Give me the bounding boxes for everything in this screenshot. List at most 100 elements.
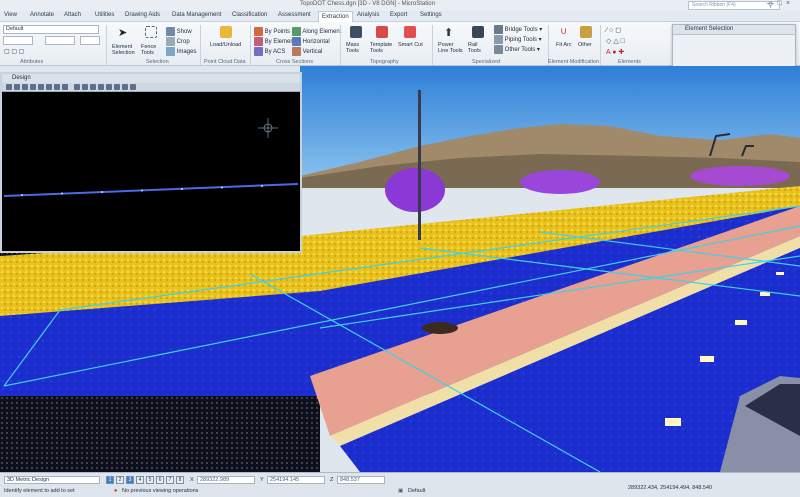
by-points-label: By Points <box>264 29 291 36</box>
crop-button[interactable]: Crop <box>166 37 190 46</box>
tab-classification[interactable]: Classification <box>232 12 267 18</box>
divider <box>432 25 433 65</box>
other-modification-button[interactable]: Other <box>578 42 592 48</box>
bridge-tools-button[interactable]: Bridge Tools ▾ <box>494 25 542 34</box>
style-combo[interactable] <box>80 36 100 45</box>
camera-icon[interactable] <box>106 84 112 90</box>
level-combo[interactable]: Default <box>3 25 99 34</box>
fit-arc-icon[interactable]: ∪ <box>560 26 572 38</box>
fit-arc-button[interactable]: Fit Arc <box>556 42 572 48</box>
view-button-1[interactable]: 1 <box>106 476 114 484</box>
view-settings-icon[interactable] <box>130 84 136 90</box>
view-button-4[interactable]: 4 <box>136 476 144 484</box>
y-coordinate-field[interactable]: 254194.145 <box>267 476 325 484</box>
levels-icon[interactable] <box>114 84 120 90</box>
group-point-cloud-data: Point Cloud Data <box>204 59 246 65</box>
smart-cut-button[interactable]: Smart Cut <box>398 42 423 48</box>
zoom-out-icon[interactable] <box>14 84 20 90</box>
clip-mask-icon[interactable] <box>98 84 104 90</box>
view-button-6[interactable]: 6 <box>156 476 164 484</box>
tab-annotate[interactable]: Annotate <box>30 12 54 18</box>
profile-line[interactable] <box>3 183 299 197</box>
view-button-7[interactable]: 7 <box>166 476 174 484</box>
other-tools-button[interactable]: Other Tools ▾ <box>494 45 540 54</box>
fence-icon[interactable] <box>145 26 157 38</box>
x-label: X <box>190 477 194 483</box>
piping-tools-label: Piping Tools <box>504 37 537 44</box>
load-unload-button[interactable]: Load/Unload <box>210 42 241 48</box>
images-button[interactable]: Images <box>166 47 196 56</box>
by-acs-button[interactable]: By ACS <box>254 47 285 56</box>
show-button[interactable]: Show <box>166 27 192 36</box>
template-tools-button[interactable]: Template Tools <box>370 42 396 54</box>
load-point-cloud-icon[interactable] <box>220 26 232 38</box>
smart-cut-icon[interactable] <box>404 26 416 38</box>
design-view-window[interactable]: Design <box>0 72 302 253</box>
view-button-8[interactable]: 8 <box>176 476 184 484</box>
design-view-canvas[interactable] <box>2 92 300 252</box>
tab-attach[interactable]: Attach <box>64 12 81 18</box>
horizontal-button[interactable]: Horizontal <box>292 37 330 46</box>
lock-icon[interactable]: ▣ <box>398 488 403 494</box>
mass-tools-icon[interactable] <box>350 26 362 38</box>
view-button-2[interactable]: 2 <box>116 476 124 484</box>
fence-tools-button[interactable]: Fence Tools <box>141 44 161 56</box>
by-acs-label: By ACS <box>264 49 286 56</box>
by-acs-icon <box>254 47 263 56</box>
vertical-button[interactable]: Vertical <box>292 47 322 56</box>
along-element-button[interactable]: Along Element <box>292 27 341 36</box>
other-modification-icon[interactable] <box>580 26 592 38</box>
view-button-5[interactable]: 5 <box>146 476 154 484</box>
tab-settings[interactable]: Settings <box>420 12 442 18</box>
fit-view-icon[interactable] <box>30 84 36 90</box>
rail-tools-button[interactable]: Rail Tools <box>468 42 488 54</box>
color-combo[interactable] <box>3 36 33 45</box>
display-style-icon[interactable] <box>82 84 88 90</box>
power-line-icon[interactable]: ⬆ <box>444 26 456 39</box>
images-label: Images <box>176 49 197 56</box>
by-points-button[interactable]: By Points <box>254 27 290 36</box>
divider <box>250 25 251 65</box>
place-text-icon[interactable]: A ● ✚ <box>606 48 624 56</box>
mass-tools-button[interactable]: Mass Tools <box>346 42 366 54</box>
tab-extraction[interactable]: Extraction <box>318 11 353 22</box>
group-element-modification: Element Modification <box>548 59 600 65</box>
clip-volume-icon[interactable] <box>90 84 96 90</box>
cursor-arrow-icon[interactable]: ➤ <box>118 26 130 39</box>
rotate-view-icon[interactable] <box>38 84 44 90</box>
tab-drawing-aids[interactable]: Drawing Aids <box>125 12 160 18</box>
view-button-3[interactable]: 3 <box>126 476 134 484</box>
piping-tools-button[interactable]: Piping Tools ▾ <box>494 35 542 44</box>
attributes-tool-icons[interactable]: ▢ ▢ ▢ <box>4 48 24 55</box>
place-line-icon[interactable]: ∕ ○ ◻ <box>606 26 621 34</box>
tab-analysis[interactable]: Analysis <box>357 12 379 18</box>
pan-view-icon[interactable] <box>46 84 52 90</box>
status-prompt: Identify element to add to set <box>4 488 75 494</box>
weight-combo[interactable] <box>45 36 75 45</box>
x-coordinate-field[interactable]: 289322.989 <box>197 476 255 484</box>
group-cross-sections: Cross Sections <box>276 59 313 65</box>
template-tools-icon[interactable] <box>376 26 388 38</box>
by-element-button[interactable]: By Element <box>254 37 295 46</box>
tab-utilities[interactable]: Utilities <box>95 12 114 18</box>
tab-export[interactable]: Export <box>390 12 407 18</box>
render-icon[interactable] <box>122 84 128 90</box>
tab-data-management[interactable]: Data Management <box>172 12 221 18</box>
place-shape-icon[interactable]: ◇ △ □ <box>606 37 625 45</box>
window-area-icon[interactable] <box>22 84 28 90</box>
active-level[interactable]: Default <box>408 488 425 494</box>
view-previous-icon[interactable] <box>54 84 60 90</box>
rail-tools-icon[interactable] <box>472 26 484 38</box>
power-line-tools-button[interactable]: Power Line Tools <box>438 42 464 54</box>
zoom-in-icon[interactable] <box>6 84 12 90</box>
view-next-icon[interactable] <box>62 84 68 90</box>
z-coordinate-field[interactable]: 848.537 <box>337 476 385 484</box>
by-points-icon <box>254 27 263 36</box>
window-controls[interactable]: —□× <box>767 0 794 7</box>
tab-assessment[interactable]: Assessment <box>278 12 311 18</box>
shadow <box>422 322 458 334</box>
tab-view[interactable]: View <box>4 12 17 18</box>
element-selection-button[interactable]: Element Selection <box>112 44 140 56</box>
model-selector[interactable]: 3D Metric Design <box>4 476 100 484</box>
view-attributes-icon[interactable] <box>74 84 80 90</box>
